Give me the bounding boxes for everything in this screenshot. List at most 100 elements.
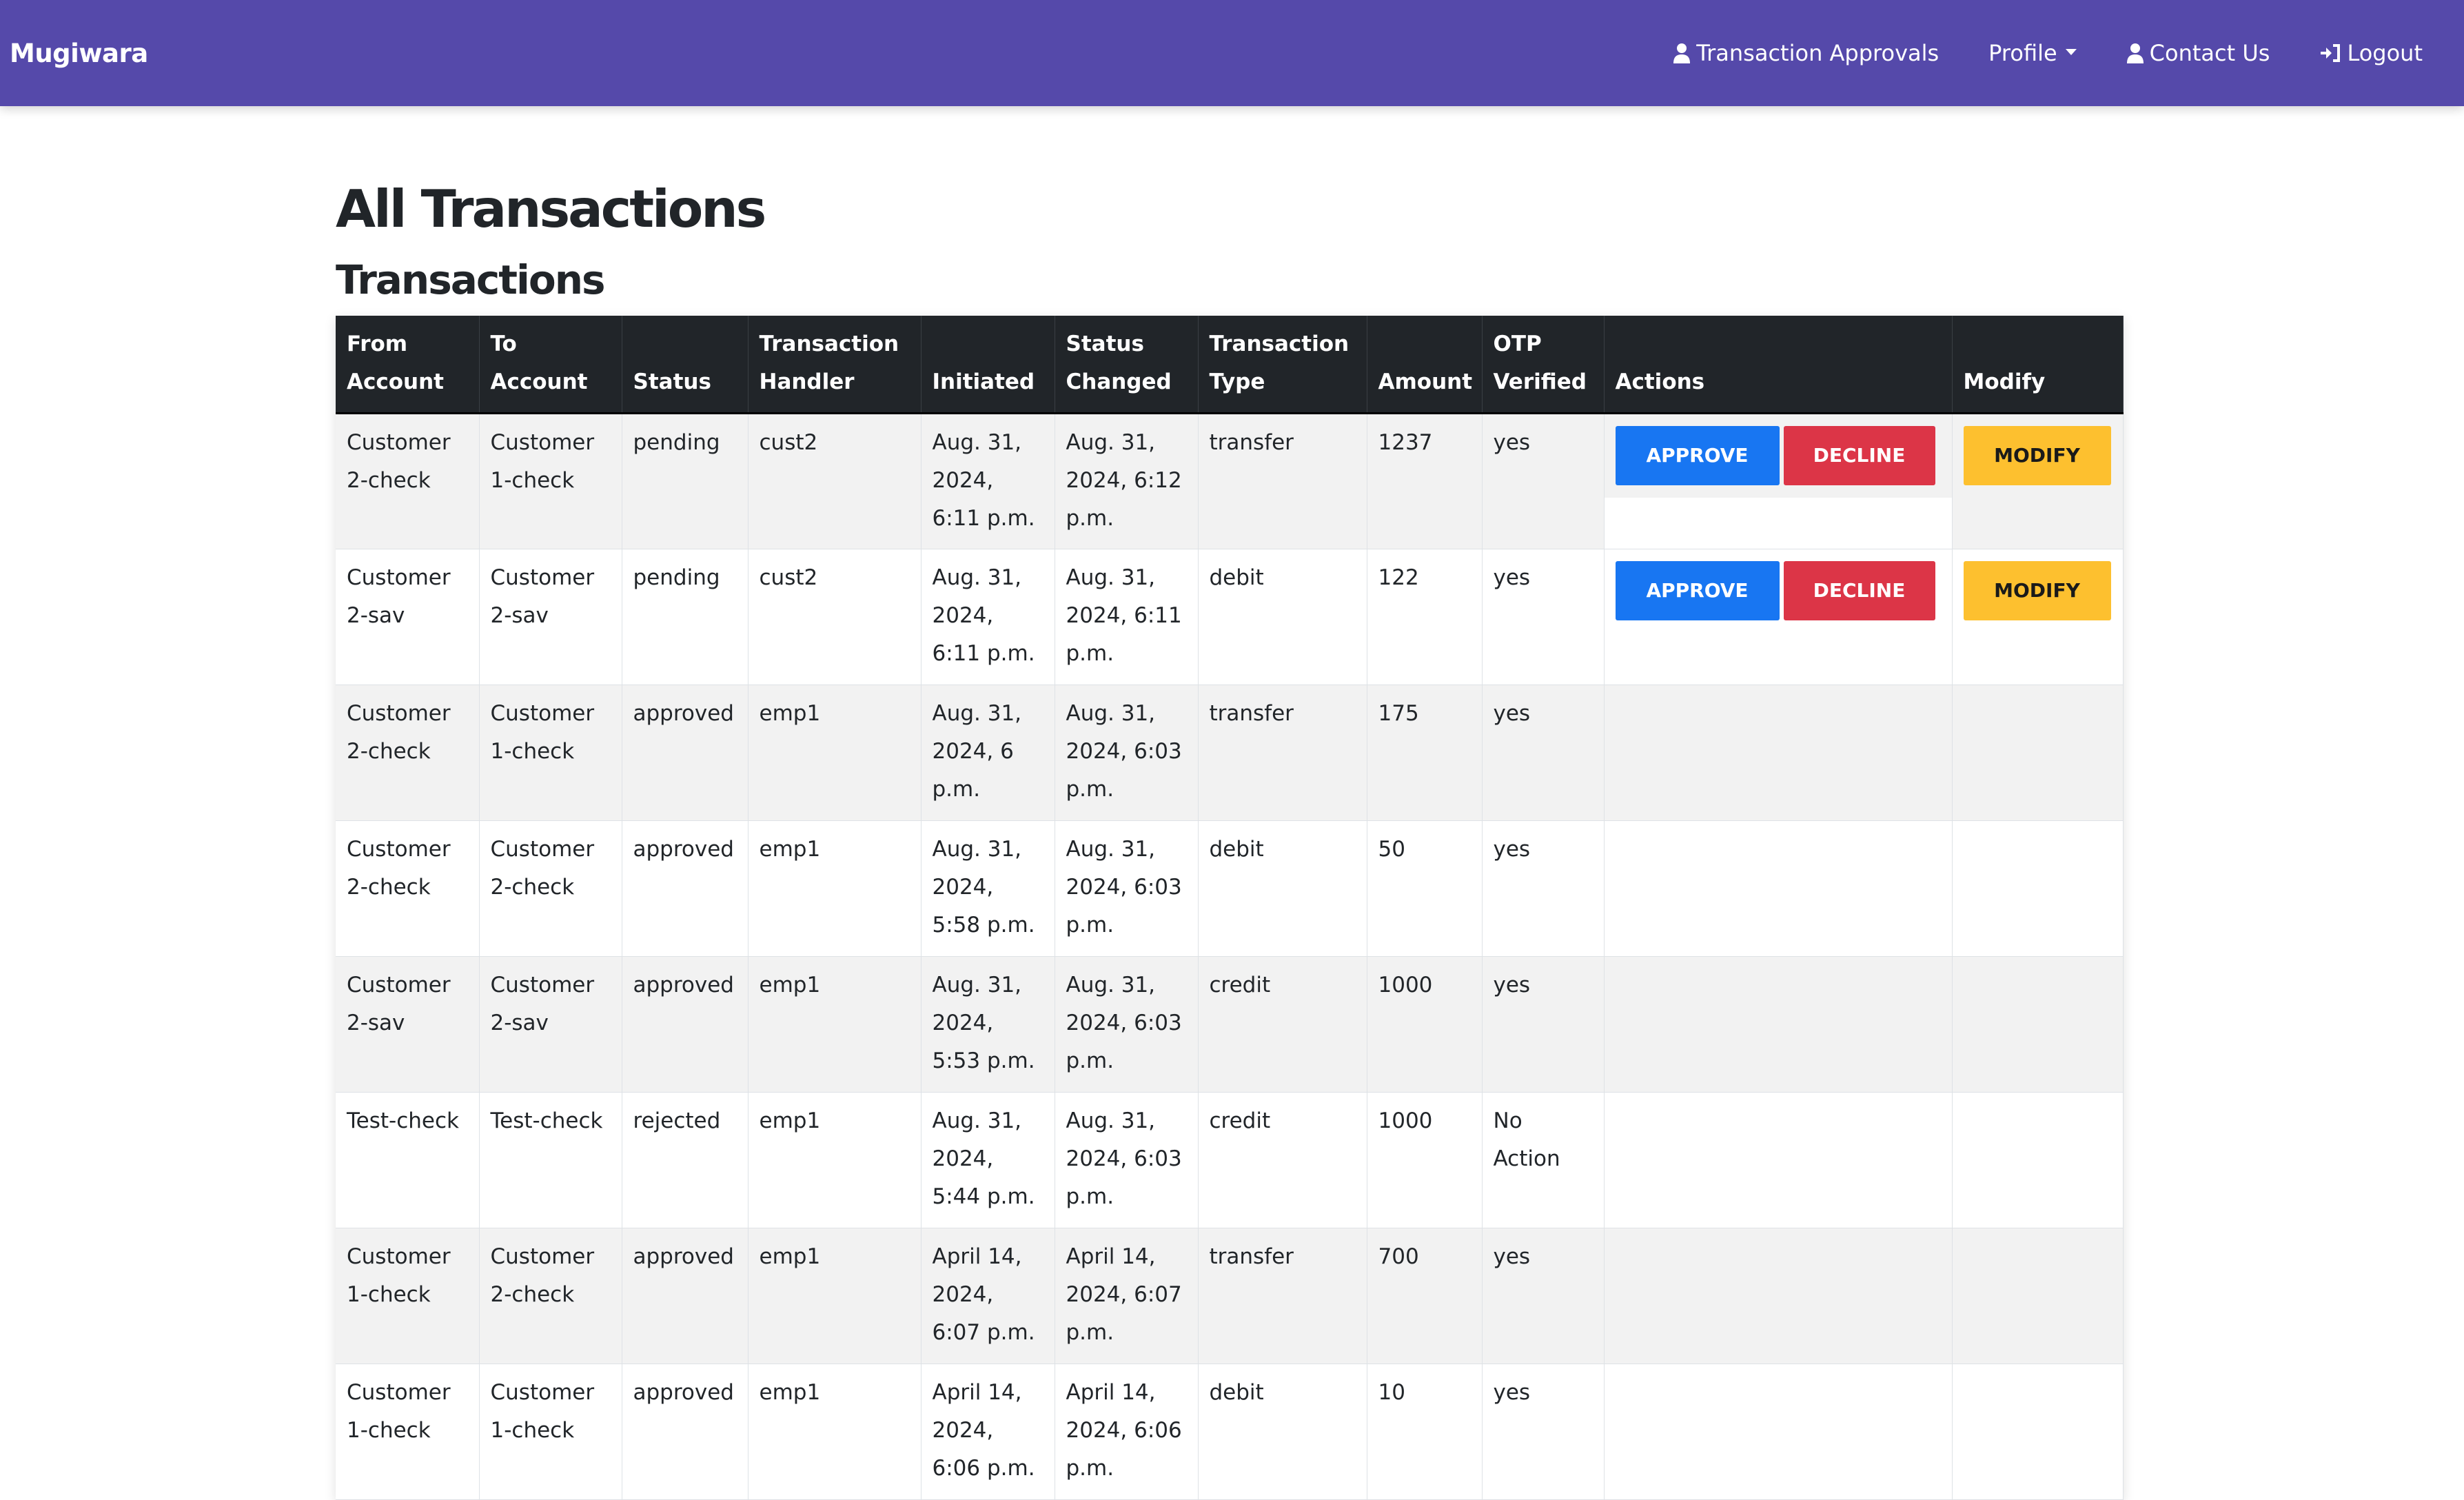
nav-transaction-approvals[interactable]: Transaction Approvals xyxy=(1673,40,1939,66)
modify-cell: MODIFY xyxy=(1952,413,2124,549)
otp-verified-cell: yes xyxy=(1482,413,1605,549)
status-changed-cell: Aug. 31, 2024, 6:03 p.m. xyxy=(1055,956,1199,1093)
status-cell: rejected xyxy=(622,1092,749,1228)
actions-cell xyxy=(1604,820,1953,957)
column-header: Modify xyxy=(1952,316,2124,414)
transaction-type-cell: transfer xyxy=(1198,413,1367,549)
to-account-cell: Customer 1-check xyxy=(479,685,622,821)
status-changed-cell: Aug. 31, 2024, 6:12 p.m. xyxy=(1055,413,1199,549)
modify-cell: MODIFY xyxy=(1952,549,2124,685)
otp-verified-cell: yes xyxy=(1482,956,1605,1093)
nav-contact-us[interactable]: Contact Us xyxy=(2126,40,2270,66)
otp-verified-cell: yes xyxy=(1482,820,1605,957)
amount-cell: 10 xyxy=(1367,1364,1483,1500)
otp-verified-cell: yes xyxy=(1482,1364,1605,1500)
modify-cell xyxy=(1952,820,2124,957)
modify-cell xyxy=(1952,1228,2124,1364)
column-header: Transaction Type xyxy=(1198,316,1367,414)
status-cell: approved xyxy=(622,956,749,1093)
column-header: Actions xyxy=(1604,316,1953,414)
modify-button[interactable]: MODIFY xyxy=(1963,426,2111,485)
column-header: Status xyxy=(622,316,749,414)
from-account-cell: Customer 2-sav xyxy=(336,549,480,685)
handler-cell: emp1 xyxy=(748,956,922,1093)
modify-cell xyxy=(1952,956,2124,1093)
initiated-cell: Aug. 31, 2024, 5:58 p.m. xyxy=(921,820,1055,957)
table-row: Customer 2-sav Customer 2-sav pending cust2… xyxy=(336,549,2124,685)
decline-button[interactable]: DECLINE xyxy=(1783,426,1935,485)
table-row: Customer 2-check Customer 1-check approved… xyxy=(336,685,2124,821)
person-icon xyxy=(2126,43,2144,63)
table-row: Customer 1-check Customer 2-check approved… xyxy=(336,1228,2124,1364)
section-title: Transactions xyxy=(336,256,606,303)
status-cell: approved xyxy=(622,820,749,957)
dropdown-caret-icon xyxy=(2065,48,2077,55)
person-icon xyxy=(1673,43,1691,63)
table-row: Customer 1-check Customer 1-check approved… xyxy=(336,1364,2124,1500)
modify-cell xyxy=(1952,685,2124,821)
table-row: Customer 2-sav Customer 2-sav approved emp1… xyxy=(336,956,2124,1093)
modify-button[interactable]: MODIFY xyxy=(1963,561,2111,620)
actions-cell xyxy=(1604,956,1953,1093)
status-changed-cell: Aug. 31, 2024, 6:03 p.m. xyxy=(1055,1092,1199,1228)
logout-icon xyxy=(2321,44,2341,62)
initiated-cell: Aug. 31, 2024, 6 p.m. xyxy=(921,685,1055,821)
from-account-cell: Customer 1-check xyxy=(336,1228,480,1364)
to-account-cell: Customer 2-check xyxy=(479,820,622,957)
approve-button[interactable]: APPROVE xyxy=(1615,426,1780,485)
status-changed-cell: Aug. 31, 2024, 6:03 p.m. xyxy=(1055,685,1199,821)
handler-cell: emp1 xyxy=(748,1092,922,1228)
from-account-cell: Customer 2-check xyxy=(336,685,480,821)
amount-cell: 1237 xyxy=(1367,413,1483,549)
approve-button[interactable]: APPROVE xyxy=(1615,561,1780,620)
transaction-type-cell: transfer xyxy=(1198,1228,1367,1364)
status-cell: approved xyxy=(622,1364,749,1500)
column-header: OTP Verified xyxy=(1482,316,1605,414)
decline-button[interactable]: DECLINE xyxy=(1783,561,1935,620)
actions-form-background xyxy=(1604,498,1952,549)
actions-cell: APPROVE DECLINE xyxy=(1604,413,1953,549)
initiated-cell: April 14, 2024, 6:06 p.m. xyxy=(921,1364,1055,1500)
actions-cell xyxy=(1604,1364,1953,1500)
status-changed-cell: April 14, 2024, 6:07 p.m. xyxy=(1055,1228,1199,1364)
to-account-cell: Test-check xyxy=(479,1092,622,1228)
actions-cell xyxy=(1604,1092,1953,1228)
nav-profile-label: Profile xyxy=(1988,40,2057,66)
otp-verified-cell: No Action xyxy=(1482,1092,1605,1228)
table-header-row: From Account To Account Status Transaction … xyxy=(336,316,2124,414)
handler-cell: emp1 xyxy=(748,820,922,957)
transaction-type-cell: debit xyxy=(1198,820,1367,957)
from-account-cell: Customer 2-sav xyxy=(336,956,480,1093)
modify-cell xyxy=(1952,1092,2124,1228)
main-content: All Transactions Transactions From Accou… xyxy=(336,106,2124,1500)
nav-logout[interactable]: Logout xyxy=(2319,40,2423,66)
brand-logo[interactable]: Mugiwara xyxy=(10,39,148,68)
table-body: Customer 2-check Customer 1-check pending c… xyxy=(336,413,2124,1500)
initiated-cell: Aug. 31, 2024, 6:11 p.m. xyxy=(921,413,1055,549)
nav-transaction-approvals-label: Transaction Approvals xyxy=(1696,40,1939,66)
table-row: Customer 2-check Customer 2-check approved… xyxy=(336,820,2124,957)
amount-cell: 175 xyxy=(1367,685,1483,821)
to-account-cell: Customer 2-check xyxy=(479,1228,622,1364)
nav-links: Transaction Approvals Profile Contact Us… xyxy=(1623,0,2454,106)
status-changed-cell: April 14, 2024, 6:06 p.m. xyxy=(1055,1364,1199,1500)
amount-cell: 1000 xyxy=(1367,1092,1483,1228)
to-account-cell: Customer 2-sav xyxy=(479,549,622,685)
amount-cell: 122 xyxy=(1367,549,1483,685)
initiated-cell: April 14, 2024, 6:07 p.m. xyxy=(921,1228,1055,1364)
column-header: To Account xyxy=(479,316,622,414)
column-header: Initiated xyxy=(921,316,1055,414)
status-cell: approved xyxy=(622,1228,749,1364)
nav-profile-dropdown[interactable]: Profile xyxy=(1988,40,2077,66)
otp-verified-cell: yes xyxy=(1482,549,1605,685)
status-cell: approved xyxy=(622,685,749,821)
from-account-cell: Customer 2-check xyxy=(336,820,480,957)
handler-cell: cust2 xyxy=(748,413,922,549)
actions-cell xyxy=(1604,685,1953,821)
transaction-type-cell: debit xyxy=(1198,1364,1367,1500)
from-account-cell: Customer 1-check xyxy=(336,1364,480,1500)
to-account-cell: Customer 1-check xyxy=(479,413,622,549)
handler-cell: cust2 xyxy=(748,549,922,685)
initiated-cell: Aug. 31, 2024, 5:44 p.m. xyxy=(921,1092,1055,1228)
handler-cell: emp1 xyxy=(748,1364,922,1500)
